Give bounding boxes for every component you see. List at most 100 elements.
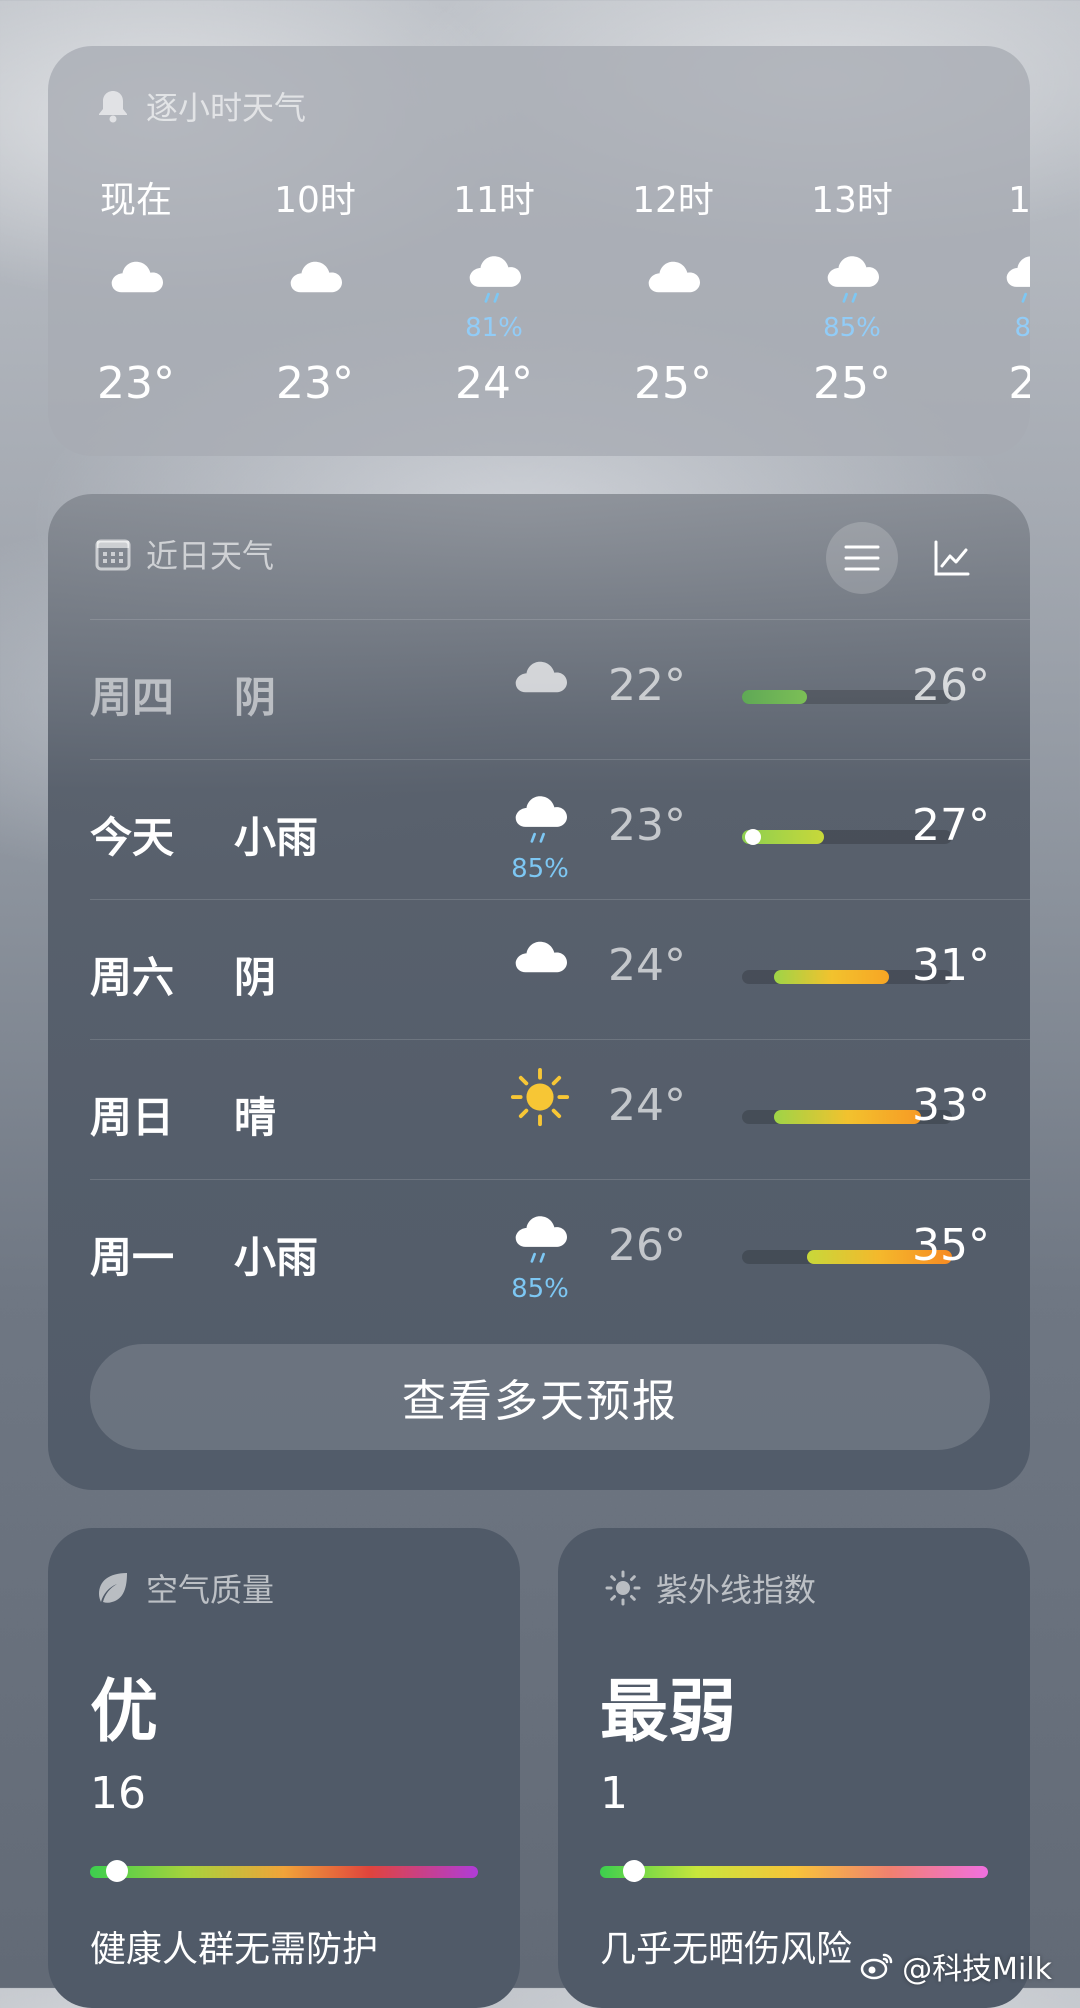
hourly-item: 10时 23°: [225, 176, 405, 409]
hour-precipitation: 80: [1014, 313, 1030, 343]
air-quality-header: 空气质量: [94, 1566, 274, 1610]
day-condition: 阴: [234, 953, 277, 1002]
day-precipitation: 85%: [511, 1274, 569, 1304]
calendar-icon: [94, 535, 132, 573]
hourly-item: 14 80 2(: [941, 176, 1030, 409]
daily-row[interactable]: 周四 阴 22° 26°: [90, 624, 990, 764]
day-name: 周四: [90, 673, 175, 722]
day-name: 周一: [90, 1233, 175, 1282]
hourly-item: 13时 85% 25°: [762, 176, 942, 409]
leaf-icon: [94, 1569, 132, 1607]
hour-precipitation: 85%: [823, 313, 881, 343]
weibo-icon: [860, 1953, 893, 1980]
list-view-button[interactable]: [826, 522, 898, 594]
uv-scale: [600, 1860, 988, 1882]
sun-icon: [500, 1062, 580, 1132]
rain-cloud-icon: [454, 242, 534, 312]
hour-temperature: 25°: [813, 358, 891, 409]
hourly-title: 逐小时天气: [146, 89, 307, 127]
rain-cloud-icon: [500, 782, 580, 852]
hour-time: 14: [1008, 180, 1030, 221]
hour-time: 13时: [811, 180, 893, 221]
air-quality-description: 健康人群无需防护: [90, 1929, 379, 1970]
high-temperature: 31°: [912, 940, 990, 991]
hour-time: 12时: [632, 180, 714, 221]
day-precipitation: 85%: [511, 854, 569, 884]
day-condition: 小雨: [234, 1233, 319, 1282]
cloud-icon: [96, 242, 176, 312]
hour-temperature: 24°: [455, 358, 533, 409]
high-temperature: 33°: [912, 1080, 990, 1131]
air-quality-indicator: [105, 1860, 128, 1882]
list-icon: [844, 545, 880, 571]
uv-title: 紫外线指数: [656, 1571, 817, 1609]
line-chart-icon: [934, 540, 970, 576]
current-temperature-dot: [744, 829, 761, 845]
row-divider: [90, 899, 1030, 900]
row-divider: [90, 1179, 1030, 1180]
uv-header: 紫外线指数: [604, 1566, 816, 1610]
temperature-range-fill: [773, 970, 889, 984]
row-divider: [90, 1039, 1030, 1040]
rain-cloud-icon: [812, 242, 892, 312]
day-name: 周日: [90, 1093, 175, 1142]
high-temperature: 26°: [912, 660, 990, 711]
cloud-icon: [633, 242, 713, 312]
cloud-icon: [500, 642, 580, 712]
day-name: 周六: [90, 953, 175, 1002]
daily-row[interactable]: 周六 阴 24° 31°: [90, 904, 990, 1044]
cloud-icon: [275, 242, 355, 312]
daily-forecast-card: 近日天气 周四阴 22° 26° 今天 小雨 85% 23° 27° 周六阴 24° 31° 周日晴 2…: [48, 494, 1030, 1490]
uv-index-card[interactable]: 紫外线指数 最弱 1 几乎无晒伤风险: [558, 1528, 1030, 2008]
hour-temperature: 23°: [97, 358, 175, 409]
sun-outline-icon: [604, 1569, 642, 1607]
day-condition: 阴: [234, 673, 277, 722]
day-condition: 小雨: [234, 813, 319, 862]
temperature-range-fill: [742, 690, 808, 704]
cloud-icon: [500, 922, 580, 992]
low-temperature: 26°: [608, 1220, 686, 1271]
chart-view-button[interactable]: [932, 538, 972, 578]
uv-value: 1: [600, 1768, 628, 1819]
uv-indicator: [623, 1860, 646, 1882]
rain-cloud-icon: [500, 1202, 580, 1272]
daily-row[interactable]: 周一 小雨 85% 26° 35°: [90, 1184, 990, 1324]
air-quality-value: 16: [90, 1768, 146, 1819]
hourly-item: 11时 81% 24°: [404, 176, 584, 409]
low-temperature: 23°: [608, 800, 686, 851]
row-divider: [90, 619, 1030, 620]
low-temperature: 24°: [608, 940, 686, 991]
hourly-item: 12时 25°: [583, 176, 763, 409]
hour-temperature: 25°: [634, 358, 712, 409]
uv-level: 最弱: [600, 1673, 737, 1752]
uv-description: 几乎无晒伤风险: [600, 1929, 853, 1970]
day-name: 今天: [90, 813, 175, 862]
hour-time: 10时: [274, 180, 356, 221]
hour-temperature: 2(: [1008, 358, 1030, 409]
high-temperature: 35°: [912, 1220, 990, 1271]
hourly-item: 现在 23°: [48, 176, 226, 409]
daily-title: 近日天气: [146, 537, 275, 575]
air-quality-scale: [90, 1860, 478, 1882]
hourly-header: 逐小时天气: [94, 84, 306, 128]
daily-row[interactable]: 今天 小雨 85% 23° 27°: [90, 764, 990, 904]
hourly-forecast-card[interactable]: 逐小时天气 现在 23° 10时 23° 11时 81% 24° 12时 25° 13时 85% 25…: [48, 46, 1030, 456]
hour-temperature: 23°: [276, 358, 354, 409]
daily-header: 近日天气: [94, 532, 274, 576]
day-condition: 晴: [234, 1093, 277, 1142]
watermark-text: @科技Milk: [902, 1952, 1052, 1987]
low-temperature: 24°: [608, 1080, 686, 1131]
air-quality-title: 空气质量: [146, 1571, 275, 1609]
low-temperature: 22°: [608, 660, 686, 711]
hour-precipitation: 81%: [465, 313, 523, 343]
row-divider: [90, 759, 1030, 760]
view-more-days-button[interactable]: 查看多天预报: [90, 1344, 990, 1450]
air-quality-level: 优: [90, 1673, 159, 1752]
air-quality-card[interactable]: 空气质量 优 16 健康人群无需防护: [48, 1528, 520, 2008]
watermark: @科技Milk: [860, 1944, 1052, 1988]
rain-cloud-icon: [991, 242, 1030, 312]
daily-row[interactable]: 周日 晴 24° 33°: [90, 1044, 990, 1184]
bell-icon: [94, 87, 132, 125]
temperature-range-fill: [773, 1110, 921, 1124]
hour-time: 11时: [453, 180, 535, 221]
